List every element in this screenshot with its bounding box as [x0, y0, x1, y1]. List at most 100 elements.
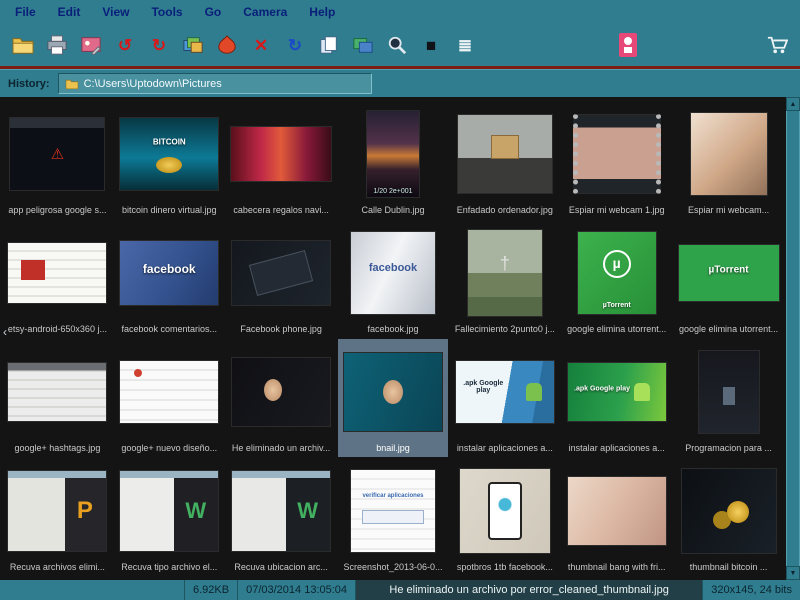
thumbnail-caption: google elimina utorrent...: [567, 324, 667, 334]
menu-go[interactable]: Go: [194, 2, 233, 22]
status-datetime: 07/03/2014 13:05:04: [237, 580, 355, 600]
thumbnail-item[interactable]: Espiar mi webcam 1.jpg: [561, 101, 672, 219]
menu-file[interactable]: File: [4, 2, 47, 22]
thumbnail-item[interactable]: Recuva ubicacion arc...: [226, 458, 337, 576]
slideshow-button[interactable]: [348, 31, 378, 59]
scroll-up-arrow[interactable]: ▲: [786, 97, 800, 111]
thumbnail-item[interactable]: µTorrent google elimina utorrent...: [561, 220, 672, 338]
thumbnail-image: BITCOIN: [119, 116, 220, 191]
thumbnail-item[interactable]: .apk Google play instalar aplicaciones a…: [449, 339, 560, 457]
thumbnail-image: verificar aplicaciones: [349, 468, 436, 553]
copy-button[interactable]: [314, 31, 344, 59]
shopping-cart-icon: [767, 36, 788, 54]
thumbnail-item[interactable]: thumbnail bang with fri...: [561, 458, 672, 576]
menu-camera[interactable]: Camera: [232, 2, 298, 22]
thumbnail-item[interactable]: facebook facebook comentarios...: [114, 220, 225, 338]
thumbnail-caption: Facebook phone.jpg: [240, 324, 322, 334]
thumbnail-item[interactable]: verificar aplicaciones Screenshot_2013-0…: [338, 458, 449, 576]
menu-tools[interactable]: Tools: [140, 2, 193, 22]
rotate-right-button[interactable]: ↻: [144, 31, 174, 59]
thumb-area: µTorrent: [562, 222, 671, 323]
thumb-area: [450, 460, 559, 561]
history-path-field[interactable]: C:\Users\Uptodown\Pictures: [57, 73, 372, 94]
thumb-area: BITCOIN: [115, 103, 224, 204]
thumbnail-image: [9, 116, 106, 191]
thumb-area: .apk Google play: [450, 341, 559, 442]
delete-button[interactable]: ✕: [246, 31, 276, 59]
history-label: History:: [8, 77, 50, 90]
cart-button[interactable]: [762, 31, 792, 59]
thumbnail-item[interactable]: BITCOIN bitcoin dinero virtual.jpg: [114, 101, 225, 219]
vertical-scrollbar[interactable]: ▲ ▼: [786, 97, 800, 580]
thumbnail-item[interactable]: He eliminado un archiv...: [226, 339, 337, 457]
delete-x-icon: ✕: [253, 35, 269, 55]
thumb-area: [674, 103, 783, 204]
menu-view[interactable]: View: [91, 2, 140, 22]
thumbnail-caption: Calle Dublin.jpg: [361, 205, 425, 215]
effects-button[interactable]: [212, 31, 242, 59]
thumb-area: [450, 103, 559, 204]
settings-list-button[interactable]: ≣: [450, 31, 480, 59]
zoom-button[interactable]: [382, 31, 412, 59]
print-button[interactable]: [42, 31, 72, 59]
fullscreen-icon: ■: [425, 35, 437, 55]
thumbnail-item[interactable]: .apk Google play instalar aplicaciones a…: [561, 339, 672, 457]
thumbnail-item[interactable]: google+ hashtags.jpg: [2, 339, 113, 457]
rotate-left-icon: ↺: [117, 35, 133, 55]
thumbnail-image: [119, 359, 220, 424]
fullscreen-button[interactable]: ■: [416, 31, 446, 59]
thumbnail-caption: Fallecimiento 2punto0 j...: [454, 324, 555, 334]
status-file-size: 6.92KB: [184, 580, 237, 600]
image-viewer-window: File Edit View Tools Go Camera Help ↺ ↻: [0, 0, 800, 600]
scrollbar-thumb[interactable]: [786, 111, 800, 566]
thumbnail-item[interactable]: Recuva tipo archivo el...: [114, 458, 225, 576]
thumbnail-caption: google elimina utorrent...: [679, 324, 779, 334]
thumbnail-image: [7, 241, 108, 304]
thumbnail-overlay-label: BITCOIN: [152, 137, 186, 147]
pink-badge-icon: [619, 33, 637, 57]
thumbnail-item[interactable]: Facebook phone.jpg: [226, 220, 337, 338]
thumbnail-caption: He eliminado un archiv...: [231, 443, 331, 453]
thumbnail-item[interactable]: Programacion para ...: [673, 339, 784, 457]
thumbnail-item[interactable]: app peligrosa google s...: [2, 101, 113, 219]
open-folder-button[interactable]: [8, 31, 38, 59]
thumbnail-item[interactable]: Espiar mi webcam...: [673, 101, 784, 219]
thumbnail-item[interactable]: µTorrent google elimina utorrent...: [673, 220, 784, 338]
status-bar: 6.92KB 07/03/2014 13:05:04 He eliminado …: [0, 580, 800, 600]
edit-image-icon: [81, 37, 101, 55]
thumbnail-item[interactable]: google+ nuevo diseño...: [114, 339, 225, 457]
history-bar: History: C:\Users\Uptodown\Pictures: [0, 69, 800, 97]
thumbnail-image: [466, 228, 543, 317]
thumb-area: µTorrent: [674, 222, 783, 323]
rotate-left-button[interactable]: ↺: [110, 31, 140, 59]
thumb-area: [115, 341, 224, 442]
uptodown-badge[interactable]: [618, 32, 638, 58]
thumbnail-overlay-label: µTorrent: [602, 301, 631, 309]
thumbnail-item[interactable]: thumbnail bitcoin ...: [673, 458, 784, 576]
thumbnail-item[interactable]: facebook facebook.jpg: [338, 220, 449, 338]
thumbnail-image: [7, 469, 108, 552]
thumbnail-item[interactable]: spotbros 1tb facebook...: [449, 458, 560, 576]
refresh-button[interactable]: ↻: [280, 31, 310, 59]
thumbnail-image: facebook: [119, 239, 220, 306]
printer-icon: [47, 35, 67, 55]
menu-help[interactable]: Help: [298, 2, 346, 22]
copy-icon: [320, 36, 337, 54]
thumbnail-item[interactable]: Recuva archivos elimi...: [2, 458, 113, 576]
thumbnail-item[interactable]: etsy-android-650x360 j...: [2, 220, 113, 338]
thumbnail-caption: thumbnail bang with fri...: [567, 562, 666, 572]
menu-edit[interactable]: Edit: [47, 2, 92, 22]
thumbnail-item[interactable]: Enfadado ordenador.jpg: [449, 101, 560, 219]
status-dimensions: 320x145, 24 bits: [702, 580, 800, 600]
thumbnail-item[interactable]: cabecera regalos navi...: [226, 101, 337, 219]
thumbnail-item[interactable]: 1/20 2e+001 Calle Dublin.jpg: [338, 101, 449, 219]
thumbnail-image: [697, 349, 760, 434]
small-folder-icon: [65, 79, 78, 89]
thumb-area: .apk Google play: [562, 341, 671, 442]
thumbnail-item[interactable]: Fallecimiento 2punto0 j...: [449, 220, 560, 338]
thumbnail-item-selected[interactable]: bnail.jpg: [337, 339, 449, 457]
edit-image-button[interactable]: [76, 31, 106, 59]
collapse-panel-arrow[interactable]: ‹: [0, 319, 10, 345]
gallery-button[interactable]: [178, 31, 208, 59]
scroll-down-arrow[interactable]: ▼: [786, 566, 800, 580]
